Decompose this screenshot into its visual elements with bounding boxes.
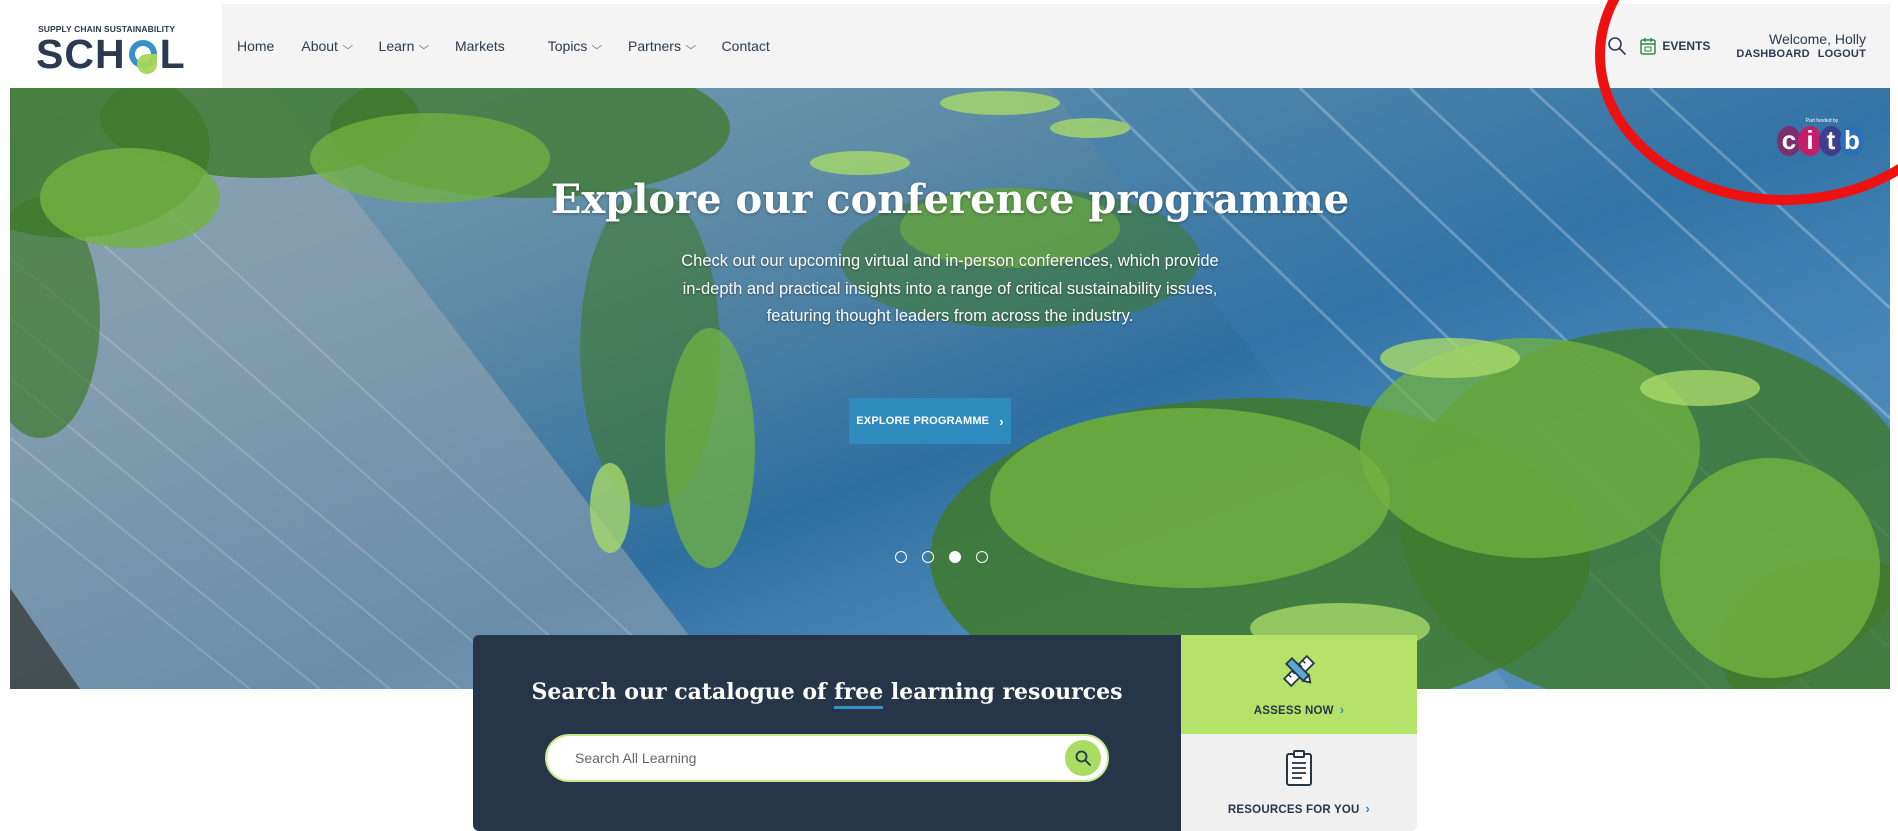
nav-item-label: About <box>301 38 338 54</box>
citb-logo-letters: c i t b <box>1777 126 1864 156</box>
citb-funding-logo: Part funded by c i t b <box>1777 118 1864 156</box>
assess-now-text: ASSESS NOW <box>1253 705 1334 717</box>
logo-text-part1: SCH <box>36 31 126 77</box>
events-link[interactable]: EVENTS <box>1640 37 1710 55</box>
search-heading-free: free <box>834 679 884 709</box>
search-submit-button[interactable] <box>1065 740 1101 776</box>
nav-item-label: Learn <box>378 38 415 54</box>
nav-item-label: Contact <box>721 38 770 54</box>
nav-item-topics[interactable]: Topics ⌵ <box>547 38 603 54</box>
carousel-dots <box>895 551 1003 563</box>
search-icon[interactable] <box>1606 35 1628 57</box>
welcome-text: Welcome, Holly <box>1769 31 1866 47</box>
nav-item-markets[interactable]: Markets <box>455 38 505 54</box>
resources-for-you-label: RESOURCES FOR YOU › <box>1181 801 1417 816</box>
dashboard-link[interactable]: DASHBOARD <box>1736 48 1809 60</box>
logo-o-leaf-icon <box>127 36 159 74</box>
nav-item-label: Markets <box>454 38 505 54</box>
carousel-dot-active[interactable] <box>949 551 961 563</box>
nav-item-label: Home <box>237 38 275 54</box>
site-header: SUPPLY CHAIN SUSTAINABILITY SCH L Home Ab… <box>10 4 1890 88</box>
nav-item-home[interactable]: Home <box>237 38 274 54</box>
search-field-wrapper <box>545 734 1109 782</box>
chevron-down-icon: ⌵ <box>685 40 697 52</box>
calendar-icon <box>1640 38 1657 55</box>
chevron-down-icon: ⌵ <box>342 40 354 52</box>
hero-title: Explore our conference programme <box>550 176 1350 223</box>
resources-for-you-text: RESOURCES FOR YOU <box>1227 804 1360 816</box>
nav-item-label: Topics <box>547 38 588 54</box>
search-heading: Search our catalogue of free learning re… <box>473 679 1181 709</box>
carousel-dot[interactable] <box>922 551 934 563</box>
assess-now-tile[interactable]: ASSESS NOW › <box>1181 635 1417 734</box>
citb-funded-text: Part funded by <box>1805 118 1839 124</box>
chevron-right-icon: › <box>1365 801 1371 816</box>
nav-item-about[interactable]: About ⌵ <box>301 38 354 54</box>
chevron-down-icon: ⌵ <box>591 40 603 52</box>
logout-link[interactable]: LOGOUT <box>1818 48 1866 60</box>
logo-text-part2: L <box>159 31 186 77</box>
header-utilities: EVENTS Welcome, Holly DASHBOARD LOGOUT <box>1606 4 1866 88</box>
clipboard-icon <box>1286 750 1312 786</box>
search-heading-end: learning resources <box>883 679 1123 705</box>
carousel-dot[interactable] <box>976 551 988 563</box>
search-icon <box>1075 750 1091 766</box>
resources-for-you-tile[interactable]: RESOURCES FOR YOU › <box>1181 734 1417 831</box>
ruler-pencil-icon <box>1282 654 1316 688</box>
main-nav: Home About ⌵ Learn ⌵ Markets Topics ⌵ Partn… <box>237 4 797 88</box>
hero-description: Check out our upcoming virtual and in-pe… <box>681 252 1219 325</box>
search-input[interactable] <box>575 748 1035 768</box>
page: SUPPLY CHAIN SUSTAINABILITY SCH L Home Ab… <box>0 0 1898 831</box>
hero-banner: Part funded by c i t b Explore our confe… <box>10 88 1890 689</box>
user-links: DASHBOARD LOGOUT <box>1728 47 1866 61</box>
nav-item-learn[interactable]: Learn ⌵ <box>378 38 430 54</box>
explore-programme-button[interactable]: EXPLORE PROGRAMME › <box>849 398 1011 444</box>
chevron-right-icon: › <box>1339 702 1345 717</box>
logo-wordmark: SCH L <box>36 34 186 75</box>
nav-item-label: Partners <box>628 38 681 54</box>
citb-letter: b <box>1840 126 1864 156</box>
assess-now-label: ASSESS NOW › <box>1181 702 1417 717</box>
explore-programme-label: EXPLORE PROGRAMME <box>856 415 990 427</box>
user-menu: Welcome, Holly DASHBOARD LOGOUT <box>1728 31 1866 61</box>
events-label: EVENTS <box>1662 39 1711 53</box>
chevron-down-icon: ⌵ <box>418 40 430 52</box>
carousel-dot[interactable] <box>895 551 907 563</box>
site-logo[interactable]: SUPPLY CHAIN SUSTAINABILITY SCH L <box>10 4 222 88</box>
chevron-right-icon: › <box>999 413 1004 429</box>
nav-item-contact[interactable]: Contact <box>722 38 770 54</box>
learning-search-panel: Search our catalogue of free learning re… <box>473 635 1181 831</box>
search-heading-start: Search our catalogue of <box>531 679 835 705</box>
nav-item-partners[interactable]: Partners ⌵ <box>628 38 697 54</box>
